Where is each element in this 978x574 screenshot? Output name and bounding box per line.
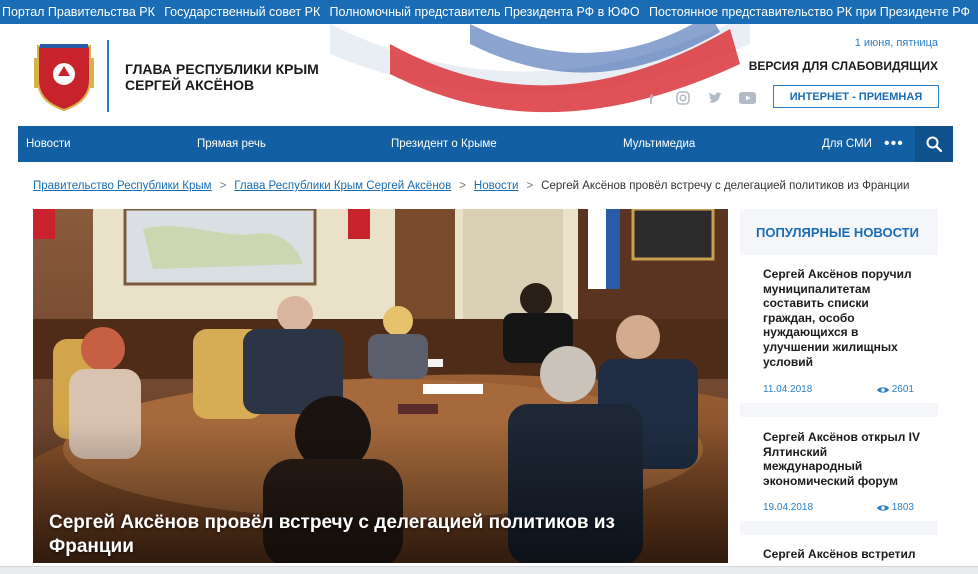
instagram-icon[interactable]: [674, 91, 692, 108]
youtube-icon[interactable]: [738, 92, 756, 107]
news-card-title[interactable]: Сергей Аксёнов встретил: [763, 547, 923, 562]
news-card-title[interactable]: Сергей Аксёнов открыл IV Ялтинский между…: [763, 430, 923, 488]
header-divider: [107, 40, 109, 112]
search-button[interactable]: [915, 126, 953, 162]
top-link-government[interactable]: Портал Правительства РК: [2, 5, 155, 19]
breadcrumb-link-government[interactable]: Правительство Республики Крым: [33, 180, 212, 192]
top-link-representation[interactable]: Постоянное представительство РК при През…: [649, 5, 970, 19]
breadcrumb-separator: >: [526, 180, 534, 192]
news-card-views: 2601: [876, 384, 914, 395]
main-photo-caption[interactable]: Сергей Аксёнов провёл встречу с делегаци…: [49, 511, 668, 559]
site-header: ГЛАВА РЕСПУБЛИКИ КРЫМ СЕРГЕЙ АКСЁНОВ 1 и…: [0, 24, 978, 126]
news-card-views-count: 2601: [891, 384, 914, 395]
site-title-line1: ГЛАВА РЕСПУБЛИКИ КРЫМ: [125, 61, 319, 77]
top-links-bar: Портал Правительства РК Государственный …: [0, 0, 978, 24]
eye-icon: [876, 504, 889, 511]
search-icon: [926, 136, 942, 152]
nav-more-button[interactable]: •••: [884, 135, 904, 153]
main-nav: Новости Прямая речь Президент о Крыме Му…: [18, 126, 953, 162]
site-title-line2: СЕРГЕЙ АКСЁНОВ: [125, 77, 255, 93]
main-news-photo[interactable]: Сергей Аксёнов провёл встречу с делегаци…: [33, 209, 728, 563]
news-card-views: 1803: [876, 502, 914, 513]
internet-reception-button[interactable]: ИНТЕРНЕТ - ПРИЕМНАЯ: [773, 85, 939, 108]
breadcrumb-link-news[interactable]: Новости: [474, 180, 519, 192]
breadcrumb-separator: >: [219, 180, 227, 192]
breadcrumb: Правительство Республики Крым > Глава Респ…: [33, 180, 909, 192]
top-link-state-council[interactable]: Государственный совет РК: [164, 5, 320, 19]
flag-ribbon-decoration: [330, 24, 750, 113]
news-card-date: 11.04.2018: [763, 384, 813, 395]
breadcrumb-current: Сергей Аксёнов провёл встречу с делегаци…: [541, 180, 910, 192]
breadcrumb-link-head[interactable]: Глава Республики Крым Сергей Аксёнов: [234, 180, 451, 192]
popular-news-title: ПОПУЛЯРНЫЕ НОВОСТИ: [756, 225, 919, 240]
popular-news-sidebar: ПОПУЛЯРНЫЕ НОВОСТИ Сергей Аксёнов поручи…: [740, 209, 938, 574]
breadcrumb-separator: >: [459, 180, 466, 192]
twitter-icon[interactable]: [706, 92, 724, 108]
crimea-emblem-icon: [34, 44, 94, 112]
facebook-icon[interactable]: f: [642, 92, 660, 107]
nav-item-president[interactable]: Президент о Крыме: [391, 138, 497, 150]
meeting-photo-illustration: [33, 209, 728, 563]
site-title[interactable]: ГЛАВА РЕСПУБЛИКИ КРЫМ СЕРГЕЙ АКСЁНОВ: [125, 61, 319, 93]
nav-item-media[interactable]: Для СМИ: [822, 138, 872, 150]
news-card[interactable]: Сергей Аксёнов поручил муниципалитетам с…: [740, 255, 938, 403]
nav-item-multimedia[interactable]: Мультимедиа: [623, 138, 695, 150]
news-card-title[interactable]: Сергей Аксёнов поручил муниципалитетам с…: [763, 267, 923, 369]
page-bottom-edge: [0, 566, 978, 574]
news-card[interactable]: Сергей Аксёнов открыл IV Ялтинский между…: [740, 417, 938, 521]
current-date: 1 июня, пятница: [854, 37, 938, 49]
nav-item-news[interactable]: Новости: [26, 138, 71, 150]
social-links: f: [642, 91, 756, 108]
news-card-views-count: 1803: [891, 502, 914, 513]
low-vision-link[interactable]: ВЕРСИЯ ДЛЯ СЛАБОВИДЯЩИХ: [749, 59, 938, 73]
nav-item-direct-speech[interactable]: Прямая речь: [197, 138, 266, 150]
eye-icon: [876, 386, 889, 393]
top-link-plenipotentiary[interactable]: Полномочный представитель Президента РФ …: [330, 5, 640, 19]
news-card-date: 19.04.2018: [763, 502, 814, 513]
